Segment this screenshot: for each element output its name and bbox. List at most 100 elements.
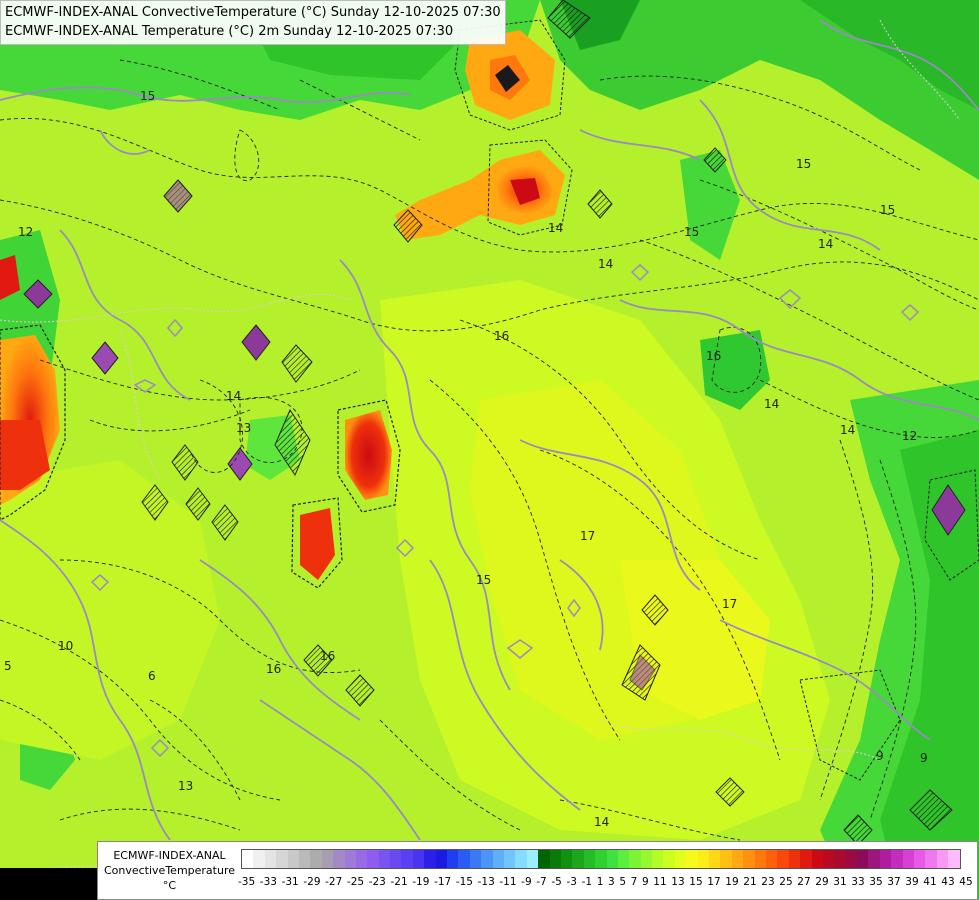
legend-tick-label: 37: [887, 876, 901, 888]
legend-tick-labels: -35 -33 -31 -29 -27 -25 -23 -21 -19 -17 -15 -13 -11-…: [238, 876, 973, 888]
legend-tick-label: -3: [566, 876, 577, 888]
legend-tick-label: 43: [941, 876, 955, 888]
legend-swatch: [709, 850, 721, 868]
legend-tick-label: -7: [536, 876, 547, 888]
legend-swatch: [606, 850, 618, 868]
legend-swatch: [777, 850, 789, 868]
contour-label: 10: [58, 639, 73, 653]
legend-tick-label: 13: [671, 876, 685, 888]
legend-tick-label: 5: [619, 876, 627, 888]
legend-swatch: [572, 850, 584, 868]
legend-swatch: [640, 850, 653, 868]
contour-label: 5: [4, 659, 12, 673]
legend-swatch: [663, 850, 675, 868]
legend-tick-label: -25: [346, 876, 365, 888]
contour-label: 14: [818, 237, 833, 251]
legend-swatch: [333, 850, 345, 868]
contour-label: 13: [236, 421, 251, 435]
legend-swatch: [298, 850, 311, 868]
legend-tick-label: -27: [325, 876, 343, 888]
legend-swatch: [526, 850, 539, 868]
contour-label: 16: [706, 349, 721, 363]
legend-swatch: [652, 850, 664, 868]
legend-swatch: [720, 850, 732, 868]
contour-label: 6: [148, 669, 156, 683]
legend-swatch: [697, 850, 710, 868]
legend-line-model: ECMWF-INDEX-ANAL: [113, 849, 226, 862]
legend-swatch: [902, 850, 915, 868]
legend-swatch: [435, 850, 448, 868]
contour-label: 15: [476, 573, 491, 587]
legend-tick-label: 9: [641, 876, 649, 888]
legend-swatch: [617, 850, 630, 868]
legend-swatch: [424, 850, 436, 868]
contour-label: 14: [548, 221, 563, 235]
legend-swatch: [560, 850, 573, 868]
weather-map[interactable]: 12 15 15 14 14 12 16 16 14 13 14 15 17 1…: [0, 0, 979, 900]
legend-swatch: [891, 850, 903, 868]
contour-label: 14: [598, 257, 613, 271]
legend-tick-label: -5: [551, 876, 562, 888]
legend-tick-label: 1: [596, 876, 604, 888]
legend-swatch: [857, 850, 869, 868]
legend-tick-label: 7: [630, 876, 638, 888]
legend-swatch: [310, 850, 322, 868]
title-line-convective: ECMWF-INDEX-ANAL ConvectiveTemperature (…: [5, 5, 501, 20]
contour-label: 16: [494, 329, 509, 343]
legend-swatch: [595, 850, 607, 868]
legend-swatch: [378, 850, 391, 868]
legend-title: ECMWF-INDEX-ANAL ConvectiveTemperature °…: [102, 848, 237, 893]
legend-swatch: [447, 850, 459, 868]
legend-tick-label: 21: [743, 876, 757, 888]
legend-swatch: [834, 850, 846, 868]
legend-swatch: [276, 850, 288, 868]
legend-tick-label: -29: [303, 876, 321, 888]
legend-swatch: [879, 850, 892, 868]
contour-label: 15: [880, 203, 895, 217]
contour-label: 13: [178, 779, 193, 793]
legend-swatch: [754, 850, 766, 868]
legend-swatch: [242, 850, 254, 868]
legend-tick-label: 41: [923, 876, 937, 888]
legend-tick-label: 35: [869, 876, 883, 888]
contour-label: 15: [684, 225, 699, 239]
contour-label: 14: [594, 815, 609, 829]
legend-swatch: [800, 850, 812, 868]
legend-swatch: [845, 850, 858, 868]
legend-line-unit: °C: [162, 879, 177, 892]
legend-swatch: [731, 850, 744, 868]
legend-tick-label: 27: [797, 876, 811, 888]
legend-swatch: [822, 850, 835, 868]
legend-tick-label: 31: [833, 876, 847, 888]
legend-swatch: [253, 850, 265, 868]
legend-swatch: [948, 850, 960, 868]
legend-tick-label: 23: [761, 876, 775, 888]
legend-tick-label: 29: [815, 876, 829, 888]
legend-swatch: [811, 850, 823, 868]
legend-swatch: [788, 850, 801, 868]
legend-swatch: [674, 850, 687, 868]
contour-label: 17: [722, 597, 737, 611]
legend-swatch: [549, 850, 561, 868]
legend-swatch: [936, 850, 949, 868]
legend-tick-label: -19: [412, 876, 430, 888]
legend-tick-label: -17: [434, 876, 452, 888]
legend-tick-label: -9: [521, 876, 532, 888]
contour-label: 14: [840, 423, 855, 437]
legend-swatch: [765, 850, 778, 868]
legend-tick-label: 15: [689, 876, 703, 888]
legend-swatch: [264, 850, 277, 868]
legend-swatch: [458, 850, 470, 868]
legend-swatch: [492, 850, 504, 868]
legend-swatch: [355, 850, 368, 868]
legend-swatch: [321, 850, 334, 868]
contour-label: 9: [876, 749, 884, 763]
color-legend: ECMWF-INDEX-ANAL ConvectiveTemperature °…: [97, 841, 978, 900]
legend-swatch: [412, 850, 425, 868]
legend-swatch: [925, 850, 937, 868]
contour-label: 15: [140, 89, 155, 103]
legend-swatch: [743, 850, 755, 868]
map-edge-corner: [0, 868, 97, 900]
legend-tick-label: -15: [455, 876, 473, 888]
legend-tick-label: -13: [477, 876, 495, 888]
